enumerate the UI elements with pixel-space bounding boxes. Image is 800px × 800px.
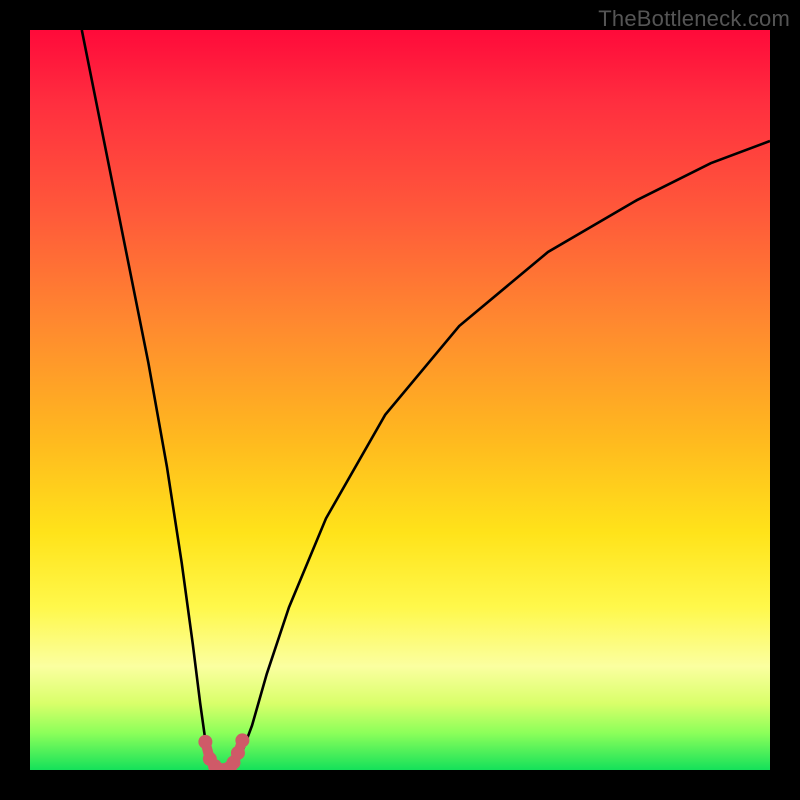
watermark-text: TheBottleneck.com — [598, 6, 790, 32]
right-curve — [234, 141, 771, 770]
valley-dot — [198, 735, 212, 749]
chart-frame: TheBottleneck.com — [0, 0, 800, 800]
valley-dot — [231, 746, 245, 760]
left-curve — [82, 30, 220, 770]
curves-svg — [30, 30, 770, 770]
valley-dot — [235, 733, 249, 747]
gradient-plot-area — [30, 30, 770, 770]
